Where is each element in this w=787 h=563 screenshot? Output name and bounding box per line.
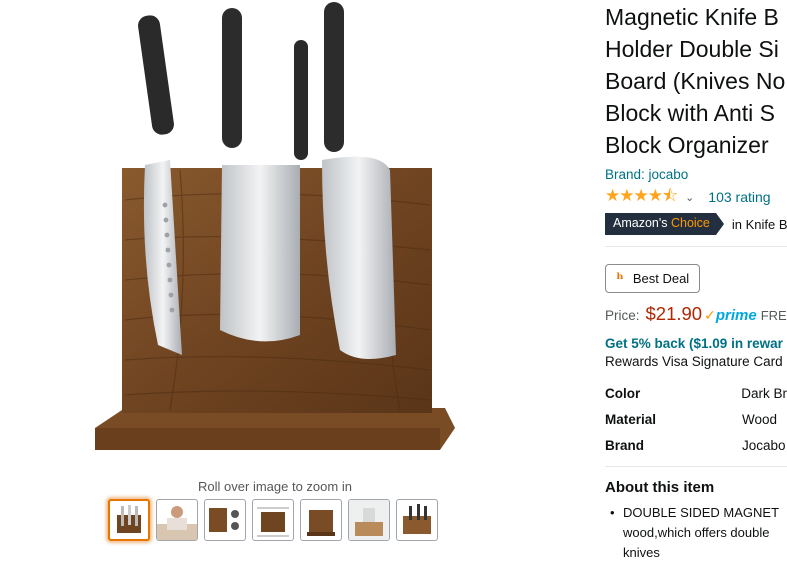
thumbnail-7[interactable] xyxy=(396,499,438,541)
title-line: Holder Double Si xyxy=(605,36,779,62)
rating-row: ★★★★⯪ ⌄ 103 rating xyxy=(605,186,787,207)
star-rating-icon[interactable]: ★★★★⯪ xyxy=(605,183,678,212)
spec-value: Wood xyxy=(742,411,778,427)
spec-value: Jocabo xyxy=(742,437,786,453)
main-product-image[interactable] xyxy=(60,0,480,470)
badge-prefix: Amazon's xyxy=(613,216,671,230)
thumbnail-3[interactable] xyxy=(204,499,246,541)
brand-link[interactable]: Brand: jocabo xyxy=(605,167,787,182)
best-deal-label: Best Deal xyxy=(632,271,690,286)
spec-key: Material xyxy=(605,411,657,427)
best-deal-button[interactable]: ʰ Best Deal xyxy=(605,264,701,293)
bullet-continuation: wood,which offers double xyxy=(623,525,770,540)
title-line: Board (Knives No xyxy=(605,68,786,94)
price-value: $21.90 xyxy=(645,303,703,324)
title-line: Magnetic Knife B xyxy=(605,4,779,30)
bullet-item: • DOUBLE SIDED MAGNET xyxy=(605,503,787,523)
amazons-choice-badge: Amazon's Choice xyxy=(605,213,724,235)
prime-logo: prime xyxy=(715,307,757,324)
product-details-panel: Magnetic Knife B Holder Double Si Board … xyxy=(605,0,787,563)
thumbnail-5[interactable] xyxy=(300,499,342,541)
spec-row: Brand Jocabo xyxy=(605,432,787,458)
price-label: Price: xyxy=(605,308,640,323)
about-bullets: • DOUBLE SIDED MAGNET wood,which offers … xyxy=(605,503,787,563)
thumbnail-strip xyxy=(108,499,438,541)
rewards-card-text: Rewards Visa Signature Card xyxy=(605,354,783,369)
product-title: Magnetic Knife B Holder Double Si Board … xyxy=(605,1,787,161)
rating-count-link[interactable]: 103 rating xyxy=(708,189,770,205)
thumbnail-2[interactable] xyxy=(156,499,198,541)
bullet-text: DOUBLE SIDED MAGNET xyxy=(623,505,780,520)
spec-key: Color xyxy=(605,385,641,401)
specs-table: Color Dark Br Material Wood Brand Jocabo xyxy=(605,380,787,458)
price-row: Price: $21.90 ✓ prime FRE xyxy=(605,303,787,325)
thumbnail-4[interactable] xyxy=(252,499,294,541)
zoom-hint-text: Roll over image to zoom in xyxy=(198,479,352,494)
spec-key: Brand xyxy=(605,437,645,453)
prime-check-icon: ✓ xyxy=(704,307,716,323)
amazons-choice-row: Amazon's Choice in Knife B xyxy=(605,213,787,235)
title-line: Block Organizer xyxy=(605,132,769,158)
thumbnail-1[interactable] xyxy=(108,499,150,541)
spec-row: Material Wood xyxy=(605,406,787,432)
choice-category[interactable]: in Knife B xyxy=(732,217,787,232)
badge-accent: Choice xyxy=(670,216,710,230)
free-shipping-text: FRE xyxy=(760,308,787,323)
chevron-down-icon[interactable]: ⌄ xyxy=(685,191,694,204)
title-line: Block with Anti S xyxy=(605,100,776,126)
divider xyxy=(605,246,787,247)
spec-row: Color Dark Br xyxy=(605,380,787,406)
spec-value: Dark Br xyxy=(741,385,787,401)
bullet-dot-icon: • xyxy=(610,505,615,520)
bullet-continuation: knives xyxy=(623,545,660,560)
deal-tag-icon: ʰ xyxy=(616,269,624,288)
thumbnail-6[interactable] xyxy=(348,499,390,541)
divider xyxy=(605,466,787,467)
about-item-heading: About this item xyxy=(605,479,715,496)
cashback-link[interactable]: Get 5% back ($1.09 in rewar xyxy=(605,336,787,351)
